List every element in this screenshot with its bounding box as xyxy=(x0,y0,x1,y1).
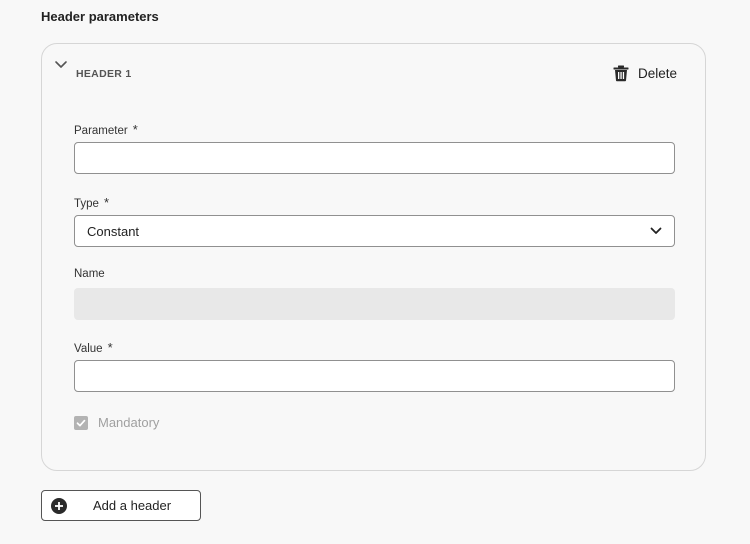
required-mark: * xyxy=(107,340,113,355)
header-card: HEADER 1 Delete Parameter * Type * Constan… xyxy=(41,43,706,471)
parameter-input[interactable] xyxy=(74,142,675,174)
type-label: Type * xyxy=(74,195,109,210)
trash-icon xyxy=(612,64,630,82)
collapse-chevron-icon[interactable] xyxy=(54,58,68,72)
add-header-label: Add a header xyxy=(93,498,172,513)
mandatory-checkbox xyxy=(74,415,88,430)
type-select[interactable]: Constant xyxy=(74,215,675,247)
parameter-label-text: Parameter xyxy=(74,125,128,137)
add-circle-icon xyxy=(51,497,67,514)
header-label: HEADER 1 xyxy=(76,68,132,80)
mandatory-label: Mandatory xyxy=(98,415,160,430)
section-title: Header parameters xyxy=(41,9,159,24)
type-label-text: Type xyxy=(74,198,99,210)
mandatory-checkbox-row: Mandatory xyxy=(74,415,159,430)
add-header-button[interactable]: Add a header xyxy=(41,490,201,521)
value-label: Value * xyxy=(74,340,113,355)
required-mark: * xyxy=(103,195,109,210)
delete-button[interactable]: Delete xyxy=(612,64,677,82)
name-label: Name xyxy=(74,268,105,280)
value-label-text: Value xyxy=(74,343,103,355)
value-input[interactable] xyxy=(74,360,675,392)
delete-label: Delete xyxy=(637,65,677,81)
parameter-label: Parameter * xyxy=(74,122,138,137)
type-selected-value: Constant xyxy=(87,223,140,239)
name-input xyxy=(74,288,675,320)
chevron-down-icon xyxy=(650,225,662,237)
required-mark: * xyxy=(132,122,138,137)
checkmark-icon xyxy=(76,418,86,428)
